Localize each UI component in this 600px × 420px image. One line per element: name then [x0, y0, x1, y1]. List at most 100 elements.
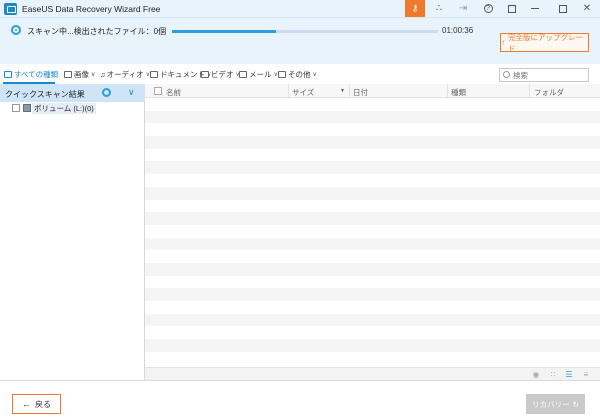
scanning-icon — [102, 88, 111, 97]
key-icon[interactable]: ⚷ — [405, 0, 425, 17]
close-button[interactable]: ✕ — [576, 0, 598, 17]
filter-other[interactable]: その他 ∨ — [278, 69, 317, 80]
app-logo-icon — [4, 3, 17, 15]
filter-video[interactable]: ビデオ ∨ — [201, 69, 240, 80]
table-row — [145, 136, 600, 149]
filter-label: ドキュメント — [160, 70, 205, 79]
column-name[interactable]: 名前 — [166, 87, 181, 98]
arrow-left-icon: ← — [22, 399, 31, 409]
elapsed-time: 01:00:36 — [442, 26, 474, 35]
mail-icon — [239, 71, 247, 78]
monitor-icon — [4, 71, 12, 78]
filter-mail[interactable]: メール ∨ — [239, 69, 278, 80]
table-row — [145, 276, 600, 289]
file-table: 名前 サイズ ▼ 日付 種類 フォルダ — [145, 84, 600, 367]
table-row — [145, 352, 600, 365]
table-row — [145, 123, 600, 136]
detail-view-icon[interactable]: ≡ — [581, 370, 591, 379]
table-row — [145, 301, 600, 314]
filter-audio[interactable]: ♫ オーディオ ∨ — [100, 69, 150, 80]
table-row — [145, 149, 600, 162]
column-divider[interactable] — [447, 84, 448, 98]
table-row — [145, 237, 600, 251]
column-folder[interactable]: フォルダ — [534, 87, 564, 98]
view-mode-bar: ◉ ∷ ☰ ≡ — [145, 367, 600, 380]
filter-images[interactable]: 画像 ∨ — [64, 69, 95, 80]
table-row — [145, 250, 600, 263]
chevron-down-icon[interactable]: ∨ — [128, 87, 135, 98]
filter-label: オーディオ — [106, 70, 144, 79]
table-row — [145, 288, 600, 301]
share-icon[interactable]: ∴ — [429, 0, 449, 17]
video-icon — [201, 71, 209, 78]
refresh-icon: ↻ — [572, 399, 579, 409]
image-icon — [64, 71, 72, 78]
column-size[interactable]: サイズ — [292, 87, 314, 98]
back-button[interactable]: ← 戻る — [12, 394, 61, 414]
table-header: 名前 サイズ ▼ 日付 種類 フォルダ — [145, 84, 600, 98]
upgrade-arrow-icon: ↑ — [501, 38, 505, 47]
maximize-button[interactable] — [550, 0, 576, 17]
list-view-icon[interactable]: ☰ — [564, 370, 574, 379]
scan-status-text: スキャン中...検出されたファイル：0個 — [27, 27, 167, 36]
scan-progress-fill — [172, 30, 276, 33]
filter-label: 画像 — [74, 70, 89, 79]
table-row — [145, 110, 600, 124]
drive-icon — [23, 104, 31, 112]
table-row — [145, 174, 600, 187]
title-bar: EaseUS Data Recovery Wizard Free ⚷ ∴ ⇥ ?… — [0, 0, 600, 18]
table-row — [145, 161, 600, 175]
window-title: EaseUS Data Recovery Wizard Free — [22, 4, 161, 14]
quick-scan-header[interactable]: クイックスキャン結果 ∨ — [0, 84, 145, 102]
table-row — [145, 212, 600, 225]
filter-label: ビデオ — [211, 70, 234, 79]
maximize-icon — [559, 4, 567, 13]
feedback-icon[interactable] — [502, 0, 522, 17]
column-type[interactable]: 種類 — [451, 87, 466, 98]
table-row — [145, 200, 600, 213]
column-divider[interactable] — [529, 84, 530, 98]
chevron-down-icon: ∨ — [91, 72, 96, 78]
table-row — [145, 326, 600, 339]
volume-checkbox[interactable] — [12, 104, 20, 112]
recover-button[interactable]: リカバリー ↻ — [526, 394, 585, 414]
chevron-down-icon: ∨ — [312, 72, 317, 78]
scan-results-tree: クイックスキャン結果 ∨ ボリューム (L:)(0) — [0, 84, 145, 380]
document-icon — [150, 71, 158, 78]
music-icon: ♫ — [100, 70, 106, 79]
sign-in-icon[interactable]: ⇥ — [453, 0, 473, 17]
select-all-checkbox[interactable] — [154, 87, 162, 95]
search-icon — [503, 71, 510, 78]
folder-icon — [278, 71, 286, 78]
quick-scan-title: クイックスキャン結果 — [5, 90, 85, 99]
search-input[interactable] — [513, 70, 587, 80]
help-icon[interactable]: ? — [478, 0, 498, 17]
table-row — [145, 262, 600, 276]
table-row — [145, 313, 600, 327]
filter-all-types[interactable]: すべての種類 — [4, 69, 58, 80]
column-divider[interactable] — [288, 84, 289, 98]
thumbnail-view-icon[interactable]: ∷ — [548, 370, 558, 379]
filter-label: その他 — [288, 70, 311, 79]
column-divider[interactable] — [349, 84, 350, 98]
tree-item-volume[interactable]: ボリューム (L:)(0) — [0, 102, 145, 114]
scanning-icon — [11, 25, 21, 35]
bottom-action-bar: ← 戻る リカバリー ↻ — [0, 380, 600, 420]
table-row — [145, 98, 600, 111]
close-icon: ✕ — [582, 3, 592, 14]
preview-eye-icon[interactable]: ◉ — [531, 370, 541, 379]
table-row — [145, 186, 600, 200]
search-box[interactable] — [499, 68, 589, 82]
sort-down-icon: ▼ — [340, 88, 345, 94]
filter-label: メール — [249, 70, 272, 79]
minimize-icon — [531, 8, 539, 9]
table-row — [145, 339, 600, 352]
upgrade-button[interactable]: ↑ 完全版にアップグレード — [500, 32, 589, 53]
column-date[interactable]: 日付 — [353, 87, 368, 98]
minimize-button[interactable] — [522, 0, 548, 17]
volume-label: ボリューム (L:)(0) — [32, 103, 96, 114]
recover-label: リカバリー — [532, 399, 570, 409]
scan-status-bar: スキャン中...検出されたファイル：0個 01:00:36 ↑ 完全版にアップグ… — [0, 18, 600, 64]
table-row — [145, 225, 600, 238]
upgrade-label: 完全版にアップグレード — [508, 32, 583, 53]
